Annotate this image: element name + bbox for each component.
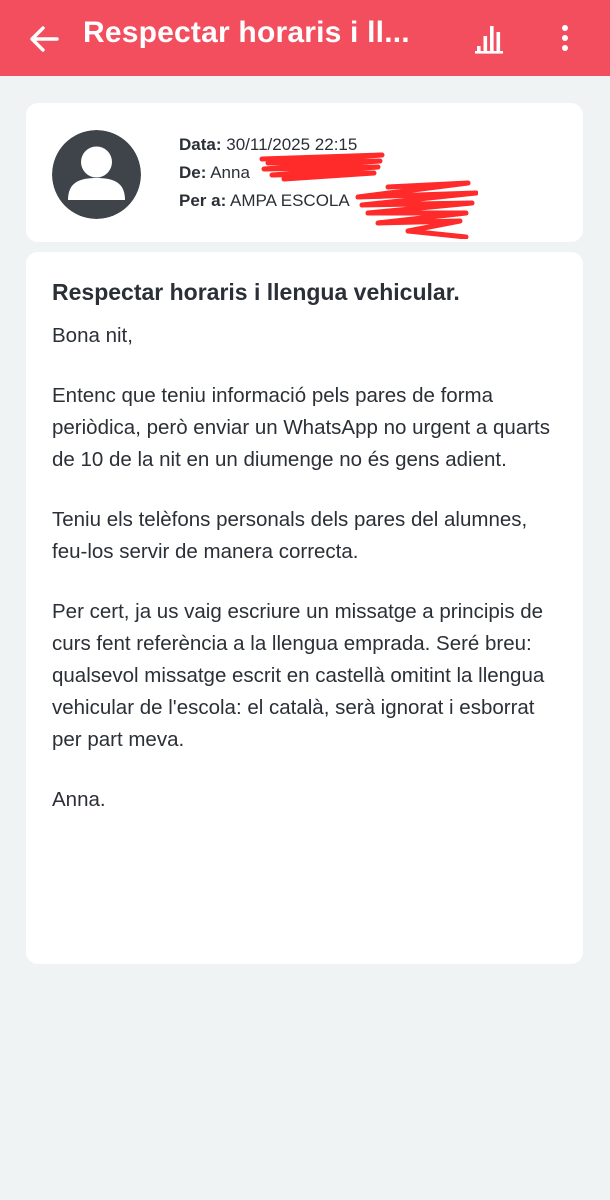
arrow-left-icon[interactable]	[26, 22, 62, 56]
date-label: Data:	[179, 135, 222, 154]
to-value: AMPA ESCOLA	[230, 191, 350, 210]
message-meta: Data: 30/11/2025 22:15 De: Anna Per a: A…	[179, 131, 357, 215]
message-paragraph: Per cert, ja us vaig escriure un missatg…	[52, 600, 545, 751]
date-value: 30/11/2025 22:15	[226, 135, 358, 154]
from-value: Anna	[210, 163, 250, 182]
message-paragraph: Teniu els telèfons personals dels pares …	[52, 508, 528, 563]
to-row: Per a: AMPA ESCOLA	[179, 187, 357, 215]
message-paragraph: Entenc que teniu informació pels pares d…	[52, 384, 550, 471]
bar-chart-icon[interactable]	[472, 20, 508, 56]
app-bar: Respectar horaris i ll...	[0, 0, 610, 76]
redaction-scribble-to	[355, 180, 478, 239]
more-vertical-icon[interactable]	[550, 20, 580, 56]
page-title: Respectar horaris i ll...	[83, 16, 410, 49]
message-subject: Respectar horaris i llengua vehicular.	[52, 279, 460, 305]
avatar	[52, 130, 141, 219]
user-avatar-icon	[52, 130, 141, 219]
to-label: Per a:	[179, 191, 227, 210]
message-signature: Anna.	[52, 788, 106, 811]
from-label: De:	[179, 163, 207, 182]
date-row: Data: 30/11/2025 22:15	[179, 131, 357, 159]
message-body-card: Respectar horaris i llengua vehicular. B…	[26, 252, 583, 964]
message-header-card: Data: 30/11/2025 22:15 De: Anna Per a: A…	[26, 103, 583, 242]
message-paragraph: Bona nit,	[52, 324, 133, 347]
message-text: Bona nit, Entenc que teniu informació pe…	[52, 320, 567, 844]
from-row: De: Anna	[179, 159, 357, 187]
